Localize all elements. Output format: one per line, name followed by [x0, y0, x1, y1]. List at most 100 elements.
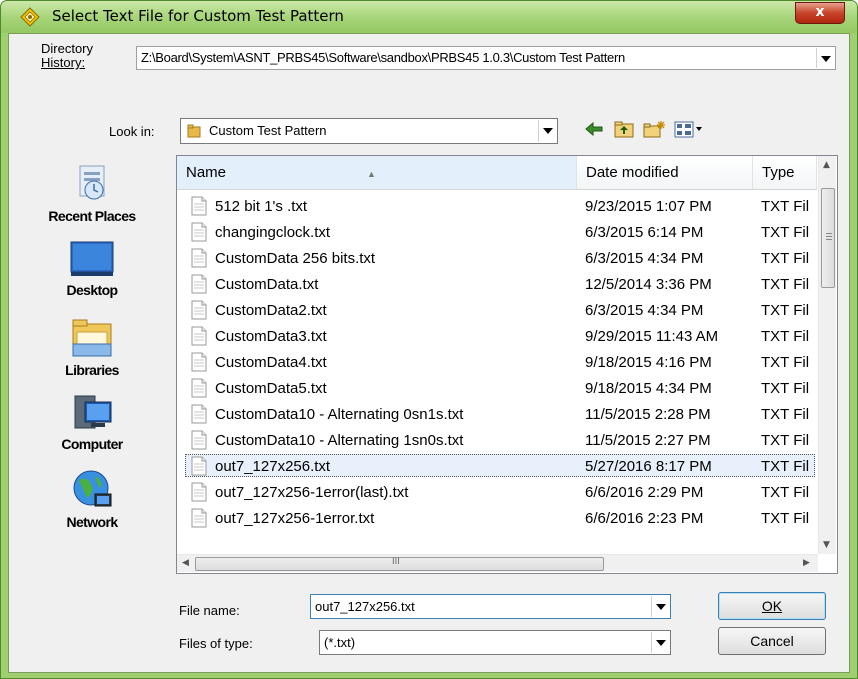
file-row[interactable]: CustomData2.txt 6/3/2015 4:34 PM TXT Fil — [177, 297, 817, 323]
ok-button-label: OK — [761, 598, 783, 614]
dialog-window: Select Text File for Custom Test Pattern… — [0, 0, 858, 679]
file-row[interactable]: out7_127x256-1error.txt 6/6/2016 2:23 PM T… — [177, 505, 817, 531]
cancel-button[interactable]: Cancel — [718, 627, 826, 655]
directory-history-label: Directory History: — [41, 42, 93, 70]
file-type-cell: TXT Fil — [761, 432, 810, 449]
place-computer[interactable]: Computer — [17, 392, 167, 452]
network-icon — [73, 470, 112, 507]
place-desktop[interactable]: Desktop — [17, 240, 167, 298]
horizontal-scrollbar[interactable]: ◀ III ▶ — [177, 554, 818, 572]
text-file-icon — [191, 248, 207, 268]
file-type-cell: TXT Fil — [761, 484, 810, 501]
file-row[interactable]: CustomData 256 bits.txt 6/3/2015 4:34 PM T… — [177, 245, 817, 271]
scroll-left-icon[interactable]: ◀ — [182, 558, 189, 568]
scroll-right-icon[interactable]: ▶ — [803, 558, 810, 568]
file-name-cell: CustomData4.txt — [215, 354, 327, 371]
app-icon — [20, 7, 40, 27]
look-in-combo[interactable]: Custom Test Pattern — [180, 118, 558, 144]
vertical-scrollbar[interactable]: ▲ ▼ — [818, 156, 836, 554]
file-date-cell: 9/23/2015 1:07 PM — [585, 198, 712, 215]
column-header-label: Name — [186, 164, 227, 181]
scroll-up-icon[interactable]: ▲ — [823, 160, 830, 170]
file-type-cell: TXT Fil — [761, 198, 810, 215]
place-label: Computer — [61, 436, 123, 452]
file-date-cell: 9/29/2015 11:43 AM — [585, 328, 719, 345]
file-name-value: out7_127x256.txt — [315, 599, 415, 614]
file-row[interactable]: CustomData5.txt 9/18/2015 4:34 PM TXT Fil — [177, 375, 817, 401]
file-date-cell: 5/27/2016 8:17 PM — [585, 458, 712, 475]
file-row[interactable]: out7_127x256-1error(last).txt 6/6/2016 2:… — [177, 479, 817, 505]
file-name-cell: out7_127x256-1error.txt — [215, 510, 375, 527]
view-menu-icon[interactable] — [674, 120, 704, 138]
column-header-label: Date modified — [586, 164, 679, 181]
column-header-date[interactable]: Date modified — [577, 156, 753, 189]
title-bar[interactable]: Select Text File for Custom Test Pattern… — [1, 1, 857, 33]
directory-history-combo[interactable]: Z:\Board\System\ASNT_PRBS45\Software\san… — [136, 46, 836, 70]
file-list[interactable]: Name ▲ Date modified Type 512 bit 1's .t… — [176, 155, 838, 574]
file-type-cell: TXT Fil — [761, 510, 810, 527]
scroll-down-icon[interactable]: ▼ — [823, 540, 830, 550]
file-row[interactable]: changingclock.txt 6/3/2015 6:14 PM TXT Fil — [177, 219, 817, 245]
file-name-cell: changingclock.txt — [215, 224, 331, 241]
file-type-cell: TXT Fil — [761, 250, 810, 267]
place-network[interactable]: Network — [17, 468, 167, 530]
directory-history-label-line2: History: — [41, 55, 86, 70]
desktop-icon — [70, 241, 114, 276]
file-row[interactable]: CustomData10 - Alternating 1sn0s.txt 11/5… — [177, 427, 817, 453]
text-file-icon — [191, 274, 207, 294]
file-name-cell: CustomData5.txt — [215, 380, 327, 397]
text-file-icon — [191, 430, 207, 450]
file-date-cell: 6/6/2016 2:23 PM — [585, 510, 704, 527]
back-icon[interactable] — [584, 120, 604, 138]
text-file-icon — [191, 482, 207, 502]
file-row[interactable]: out7_127x256.txt 5/27/2016 8:17 PM TXT Fil — [177, 453, 817, 479]
file-name-cell: CustomData2.txt — [215, 302, 327, 319]
file-type-cell: TXT Fil — [761, 380, 810, 397]
folder-icon — [187, 124, 201, 138]
up-folder-icon[interactable] — [613, 120, 635, 138]
ok-button[interactable]: OK — [718, 592, 826, 620]
column-header-type[interactable]: Type — [753, 156, 817, 189]
file-name-cell: CustomData3.txt — [215, 328, 327, 345]
file-name-cell: out7_127x256.txt — [215, 458, 331, 475]
column-header-name[interactable]: Name ▲ — [177, 156, 577, 189]
chevron-down-icon[interactable] — [816, 48, 834, 68]
file-date-cell: 9/18/2015 4:16 PM — [585, 354, 712, 371]
file-row[interactable]: 512 bit 1's .txt 9/23/2015 1:07 PM TXT Fil — [177, 193, 817, 219]
chevron-down-icon[interactable] — [538, 120, 556, 142]
text-file-icon — [191, 196, 207, 216]
file-type-value: (*.txt) — [324, 635, 356, 650]
places-bar: Recent Places Desktop Libraries Computer… — [17, 152, 167, 582]
file-row[interactable]: CustomData10 - Alternating 0sn1s.txt 11/5… — [177, 401, 817, 427]
place-label: Recent Places — [48, 208, 136, 224]
new-folder-icon[interactable] — [642, 120, 666, 138]
file-type-cell: TXT Fil — [761, 354, 810, 371]
chevron-down-icon[interactable] — [651, 632, 669, 653]
file-row[interactable]: CustomData3.txt 9/29/2015 11:43 AM TXT Fil — [177, 323, 817, 349]
recent-places-icon — [79, 165, 105, 200]
file-type-cell: TXT Fil — [761, 458, 810, 475]
file-date-cell: 6/3/2015 6:14 PM — [585, 224, 704, 241]
file-name-input[interactable]: out7_127x256.txt — [310, 594, 671, 619]
file-type-select[interactable]: (*.txt) — [319, 630, 671, 655]
file-type-cell: TXT Fil — [761, 406, 810, 423]
close-button[interactable]: x — [795, 2, 845, 24]
place-label: Desktop — [66, 282, 118, 298]
column-header-label: Type — [762, 164, 795, 181]
file-name-label: File name: — [179, 603, 240, 618]
file-date-cell: 6/3/2015 4:34 PM — [585, 302, 704, 319]
file-row[interactable]: CustomData.txt 12/5/2014 3:36 PM TXT Fil — [177, 271, 817, 297]
horizontal-scroll-thumb[interactable]: III — [195, 557, 604, 571]
file-name-cell: CustomData.txt — [215, 276, 319, 293]
text-file-icon — [191, 352, 207, 372]
directory-history-value: Z:\Board\System\ASNT_PRBS45\Software\san… — [141, 50, 625, 65]
file-name-cell: CustomData10 - Alternating 1sn0s.txt — [215, 432, 464, 449]
place-label: Network — [66, 514, 118, 530]
window-title: Select Text File for Custom Test Pattern — [52, 7, 344, 25]
place-recent-places[interactable]: Recent Places — [17, 162, 167, 224]
vertical-scroll-thumb[interactable] — [821, 188, 835, 288]
cancel-button-label: Cancel — [750, 633, 794, 649]
file-row[interactable]: CustomData4.txt 9/18/2015 4:16 PM TXT Fil — [177, 349, 817, 375]
chevron-down-icon[interactable] — [651, 596, 669, 617]
place-libraries[interactable]: Libraries — [17, 314, 167, 378]
